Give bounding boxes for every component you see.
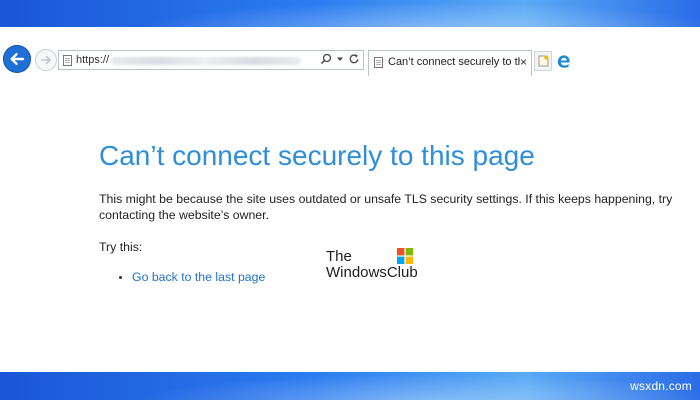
search-icon[interactable] [320, 53, 332, 65]
edge-button[interactable] [554, 51, 572, 71]
forward-button[interactable] [35, 49, 57, 71]
bullet-icon [119, 275, 122, 279]
watermark-line2: WindowsClub [326, 264, 418, 281]
url-prefix: https:// [76, 54, 110, 66]
suggestion-list: Go back to the last page [119, 270, 265, 284]
error-title: Can’t connect securely to this page [99, 140, 535, 171]
site-watermark: wsxdn.com [630, 379, 692, 393]
refresh-icon[interactable] [348, 53, 360, 65]
address-bar[interactable]: https:// [58, 50, 364, 70]
browser-window: https:// Can’t connect securely to t × C… [0, 27, 700, 372]
top-decor-band [0, 0, 700, 27]
go-back-link[interactable]: Go back to the last page [132, 270, 265, 284]
tab-current[interactable]: Can’t connect securely to th… × [368, 50, 532, 76]
url-blurred [111, 57, 301, 65]
watermark-line1: The [326, 248, 352, 265]
tab-title: Can’t connect securely to th… [388, 56, 520, 68]
error-description: This might be because the site uses outd… [99, 192, 673, 222]
forward-icon [41, 55, 52, 65]
new-tab-button[interactable] [534, 51, 552, 71]
page-icon [374, 57, 383, 68]
new-tab-icon [538, 55, 548, 67]
page-content: Can’t connect securely to this page This… [0, 93, 700, 372]
edge-icon [557, 54, 570, 68]
tab-close-button[interactable]: × [520, 55, 527, 69]
page-icon [63, 55, 72, 66]
suggestion-item: Go back to the last page [119, 270, 265, 284]
bottom-decor-band: wsxdn.com [0, 372, 700, 400]
back-button[interactable] [3, 45, 31, 73]
try-this-label: Try this: [99, 240, 143, 254]
browser-toolbar: https:// Can’t connect securely to t × [0, 27, 700, 93]
watermark-logo: The WindowsClub [326, 248, 418, 281]
dropdown-icon[interactable] [336, 55, 344, 63]
windows-logo-icon [396, 248, 413, 264]
back-arrow-icon [10, 53, 25, 65]
